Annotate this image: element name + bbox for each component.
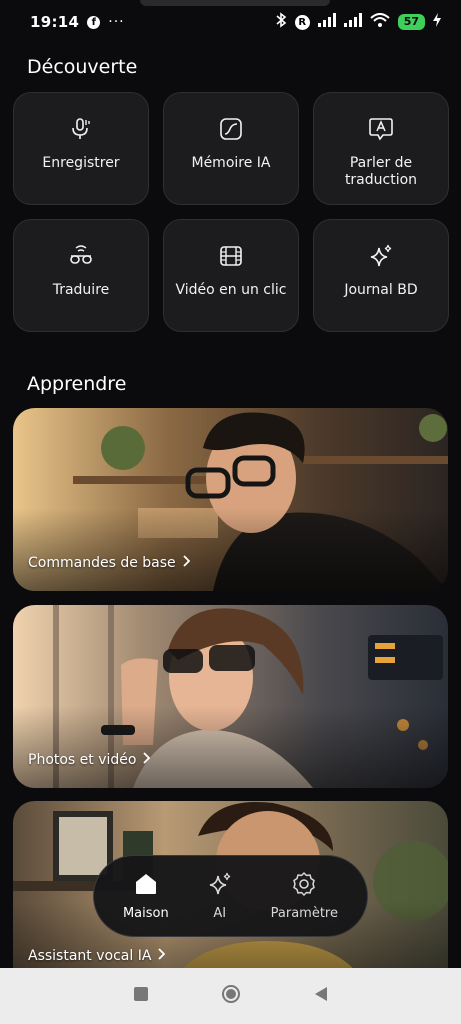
recent-apps-button[interactable]: [131, 984, 151, 1008]
card-label: Commandes de base: [28, 555, 190, 571]
app-screen: 19:14 f ··· R 57 Découverte Enregistrer …: [0, 0, 461, 1024]
battery-badge: 57: [397, 14, 425, 30]
facebook-icon: f: [87, 15, 101, 29]
tile-translate[interactable]: Traduire: [13, 219, 149, 332]
bluetooth-icon: [275, 12, 287, 32]
tile-ai-memory[interactable]: Mémoire IA: [163, 92, 299, 205]
status-left: 19:14 f ···: [30, 13, 125, 31]
status-time: 19:14: [30, 13, 80, 31]
back-button[interactable]: [311, 984, 331, 1008]
card-label: Photos et vidéo: [28, 752, 151, 768]
card-label-text: Commandes de base: [28, 555, 176, 571]
section-title-discover: Découverte: [27, 56, 138, 78]
more-notifications-icon: ···: [108, 14, 125, 30]
microphone-icon: [67, 115, 95, 143]
bottom-navigation: Maison AI Paramètre: [93, 855, 368, 937]
status-bar: 19:14 f ··· R 57: [0, 0, 461, 44]
tile-label: Traduire: [52, 282, 110, 298]
tile-record[interactable]: Enregistrer: [13, 92, 149, 205]
r-icon: R: [294, 14, 310, 30]
nav-ai[interactable]: AI: [207, 871, 233, 921]
translate-speech-icon: [367, 115, 395, 143]
tile-label: Vidéo en un clic: [175, 282, 287, 298]
memory-icon: [217, 115, 245, 143]
status-right: R 57: [275, 12, 441, 32]
signal-1-icon: [317, 13, 336, 31]
home-icon: [133, 871, 159, 901]
card-label: Assistant vocal IA: [28, 948, 166, 964]
chevron-right-icon: [142, 752, 151, 768]
learn-card-photos-video[interactable]: Photos et vidéo: [13, 605, 448, 788]
tile-label: Enregistrer: [42, 155, 120, 171]
nav-ai-label: AI: [213, 906, 227, 921]
tile-label: Mémoire IA: [191, 155, 271, 171]
charging-icon: [433, 13, 441, 31]
chevron-right-icon: [157, 948, 166, 964]
tile-label: Journal BD: [344, 282, 418, 298]
card-label-text: Assistant vocal IA: [28, 948, 152, 964]
tile-speak-translation[interactable]: Parler de traduction: [313, 92, 449, 205]
tile-comic-journal[interactable]: Journal BD: [313, 219, 449, 332]
gear-icon: [291, 871, 317, 901]
system-navigation-bar: [0, 968, 461, 1024]
sparkle-icon: [367, 242, 395, 270]
tile-label: Parler de traduction: [344, 155, 418, 188]
learn-card-basic-commands[interactable]: Commandes de base: [13, 408, 448, 591]
card-label-text: Photos et vidéo: [28, 752, 137, 768]
tile-one-click-video[interactable]: Vidéo en un clic: [163, 219, 299, 332]
home-button[interactable]: [221, 984, 241, 1008]
nav-home[interactable]: Maison: [123, 871, 169, 921]
nav-settings-label: Paramètre: [270, 906, 338, 921]
nav-home-label: Maison: [122, 906, 169, 921]
discover-grid: Enregistrer Mémoire IA Parler de traduct…: [13, 92, 449, 332]
wifi-icon: [370, 13, 390, 31]
film-icon: [217, 242, 245, 270]
ai-sparkle-icon: [207, 871, 233, 901]
nav-settings[interactable]: Paramètre: [271, 871, 338, 921]
section-title-learn: Apprendre: [27, 373, 127, 395]
chevron-right-icon: [182, 555, 190, 571]
signal-2-icon: [343, 13, 362, 31]
glasses-translate-icon: [67, 242, 95, 270]
